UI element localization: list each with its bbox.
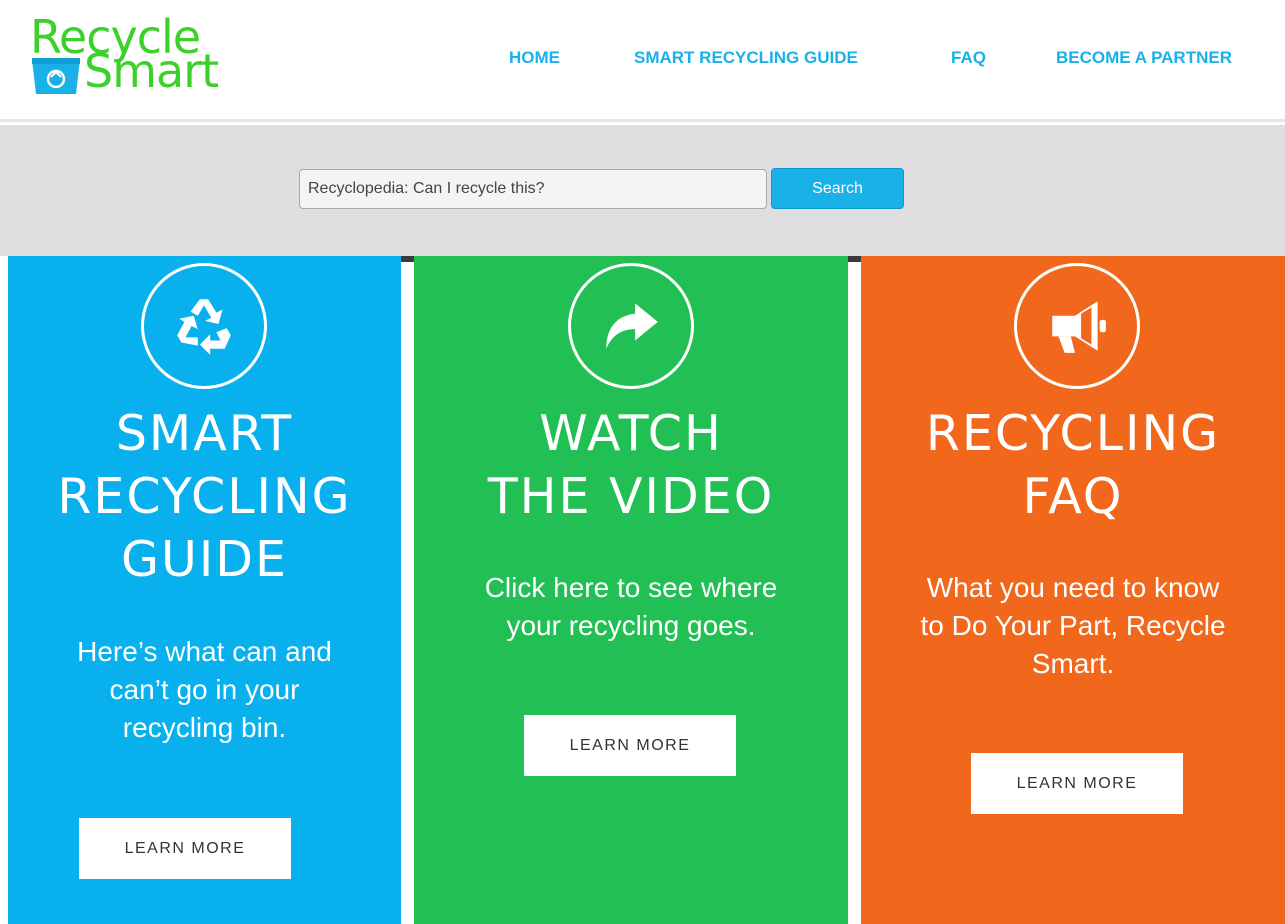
share-arrow-icon-circle xyxy=(568,263,694,389)
nav-smart-recycling-guide[interactable]: SMART RECYCLING GUIDE xyxy=(634,46,858,70)
main-nav: HOME SMART RECYCLING GUIDE FAQ BECOME A … xyxy=(0,46,1285,70)
panel-recycling-faq[interactable]: RECYCLING FAQ What you need to know to D… xyxy=(861,256,1285,924)
panel-smart-recycling-guide[interactable]: SMART RECYCLING GUIDE Here’s what can an… xyxy=(8,256,401,924)
nav-home[interactable]: HOME xyxy=(509,46,560,70)
share-arrow-icon xyxy=(606,303,658,349)
site-header: Recycle Smart HOME SMART RECYCLING GUIDE… xyxy=(0,0,1285,122)
learn-more-button[interactable]: LEARN MORE xyxy=(971,753,1183,814)
megaphone-icon xyxy=(1052,301,1106,353)
panel-watch-the-video[interactable]: WATCH THE VIDEO Click here to see where … xyxy=(414,256,848,924)
panel-description: Here’s what can and can’t go in your rec… xyxy=(77,636,332,743)
nav-become-a-partner[interactable]: BECOME A PARTNER xyxy=(1056,46,1232,70)
panel-divider xyxy=(401,256,414,924)
panel-title: SMART RECYCLING GUIDE xyxy=(57,405,352,588)
panel-divider xyxy=(848,256,861,924)
learn-more-button[interactable]: LEARN MORE xyxy=(524,715,736,776)
megaphone-icon-circle xyxy=(1014,263,1140,389)
learn-more-button[interactable]: LEARN MORE xyxy=(79,818,291,879)
search-input[interactable] xyxy=(299,169,767,209)
panel-description: Click here to see where your recycling g… xyxy=(484,572,778,641)
search-section: Search xyxy=(0,125,1285,256)
search-button[interactable]: Search xyxy=(771,168,904,209)
recycle-icon xyxy=(177,299,231,355)
panel-divider-edge xyxy=(848,256,861,262)
panel-title: WATCH THE VIDEO xyxy=(487,405,775,525)
panel-divider-edge xyxy=(401,256,414,262)
panel-description: What you need to know to Do Your Part, R… xyxy=(920,572,1226,679)
nav-faq[interactable]: FAQ xyxy=(951,46,986,70)
panel-title: RECYCLING FAQ xyxy=(925,405,1221,525)
recycle-icon-circle xyxy=(141,263,267,389)
